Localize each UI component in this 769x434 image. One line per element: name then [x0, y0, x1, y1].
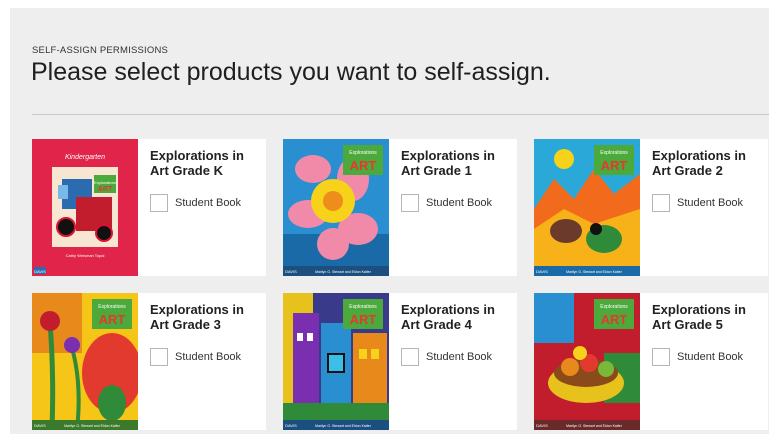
book-cover-grade-2: Explorations ART DAVIS Marilyn G. Stewar…: [534, 139, 640, 276]
student-book-option[interactable]: Student Book: [401, 348, 492, 366]
cover-art-label: ART: [350, 158, 377, 173]
product-card-grade-3: Explorations ART DAVIS Marilyn G. Stewar…: [32, 293, 266, 430]
cover-author: Marilyn G. Stewart and Eldon Katter: [566, 424, 623, 428]
student-book-option[interactable]: Student Book: [150, 348, 241, 366]
cover-series-label: Explorations: [349, 304, 377, 310]
product-title: Explorations in Art Grade K: [150, 148, 244, 178]
publisher-logo: DAVIS: [536, 269, 548, 274]
book-cover-grade-k: Kindergarten Explorations ART Cathy Weis…: [32, 139, 138, 276]
publisher-logo: DAVIS: [536, 423, 548, 428]
product-card-grade-1: Explorations ART DAVIS Marilyn G. Stewar…: [283, 139, 517, 276]
cover-art-label: ART: [601, 158, 628, 173]
cover-series-label: Explorations: [600, 304, 628, 310]
product-card-grade-k: Kindergarten Explorations ART Cathy Weis…: [32, 139, 266, 276]
cover-art-label: ART: [99, 312, 126, 327]
student-book-checkbox[interactable]: [401, 348, 419, 366]
cover-art-label: ART: [601, 312, 628, 327]
page-title: Please select products you want to self-…: [31, 58, 551, 86]
section-eyebrow: SELF-ASSIGN PERMISSIONS: [32, 45, 169, 56]
student-book-label: Student Book: [175, 197, 242, 209]
product-card-grade-4: Explorations ART DAVIS Marilyn G. Stewar…: [283, 293, 517, 430]
cover-art-label: ART: [350, 312, 377, 327]
student-book-checkbox[interactable]: [150, 194, 168, 212]
cover-art-grade-5: Explorations ART DAVIS Marilyn G. Stewar…: [534, 293, 640, 430]
student-book-checkbox[interactable]: [401, 194, 419, 212]
student-book-checkbox[interactable]: [652, 348, 670, 366]
product-title: Explorations in Art Grade 5: [652, 302, 746, 332]
cover-author: Marilyn G. Stewart and Eldon Katter: [566, 270, 623, 274]
student-book-label: Student Book: [426, 197, 493, 209]
cover-author: Cathy Weisman Topal: [66, 253, 105, 258]
cover-art-grade-1: Explorations ART DAVIS Marilyn G. Stewar…: [283, 139, 389, 276]
cover-series-label: Explorations: [600, 150, 628, 156]
book-cover-grade-4: Explorations ART DAVIS Marilyn G. Stewar…: [283, 293, 389, 430]
cover-series-label: Explorations: [98, 304, 126, 310]
self-assign-panel: SELF-ASSIGN PERMISSIONS Please select pr…: [10, 8, 769, 434]
student-book-option[interactable]: Student Book: [401, 194, 492, 212]
student-book-checkbox[interactable]: [150, 348, 168, 366]
divider: [32, 114, 769, 115]
student-book-label: Student Book: [677, 351, 744, 363]
product-title: Explorations in Art Grade 3: [150, 302, 244, 332]
product-card-grade-2: Explorations ART DAVIS Marilyn G. Stewar…: [534, 139, 768, 276]
student-book-option[interactable]: Student Book: [150, 194, 241, 212]
product-title: Explorations in Art Grade 2: [652, 148, 746, 178]
cover-author: Marilyn G. Stewart and Eldon Katter: [315, 270, 372, 274]
product-title: Explorations in Art Grade 4: [401, 302, 495, 332]
student-book-option[interactable]: Student Book: [652, 194, 743, 212]
cover-author: Marilyn G. Stewart and Eldon Katter: [64, 424, 121, 428]
student-book-label: Student Book: [175, 351, 242, 363]
cover-art-grade-k: Kindergarten Explorations ART Cathy Weis…: [32, 139, 138, 276]
product-title: Explorations in Art Grade 1: [401, 148, 495, 178]
student-book-option[interactable]: Student Book: [652, 348, 743, 366]
cover-art-grade-3: Explorations ART DAVIS Marilyn G. Stewar…: [32, 293, 138, 430]
publisher-logo: DAVIS: [285, 423, 297, 428]
cover-author: Marilyn G. Stewart and Eldon Katter: [315, 424, 372, 428]
cover-series-label: Explorations: [94, 180, 116, 185]
publisher-logo: DAVIS: [34, 269, 46, 274]
student-book-checkbox[interactable]: [652, 194, 670, 212]
publisher-logo: DAVIS: [34, 423, 46, 428]
book-cover-grade-5: Explorations ART DAVIS Marilyn G. Stewar…: [534, 293, 640, 430]
cover-art-grade-2: Explorations ART DAVIS Marilyn G. Stewar…: [534, 139, 640, 276]
product-card-grade-5: Explorations ART DAVIS Marilyn G. Stewar…: [534, 293, 768, 430]
publisher-logo: DAVIS: [285, 269, 297, 274]
student-book-label: Student Book: [677, 197, 744, 209]
book-cover-grade-3: Explorations ART DAVIS Marilyn G. Stewar…: [32, 293, 138, 430]
cover-series-label: Explorations: [349, 150, 377, 156]
cover-art-grade-4: Explorations ART DAVIS Marilyn G. Stewar…: [283, 293, 389, 430]
student-book-label: Student Book: [426, 351, 493, 363]
cover-art-label: ART: [98, 186, 113, 193]
cover-grade-label: Kindergarten: [65, 154, 105, 161]
book-cover-grade-1: Explorations ART DAVIS Marilyn G. Stewar…: [283, 139, 389, 276]
